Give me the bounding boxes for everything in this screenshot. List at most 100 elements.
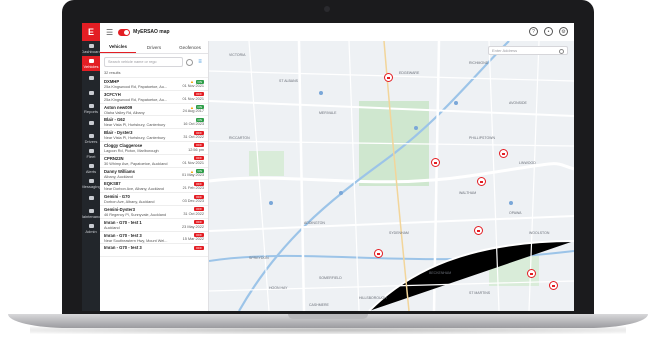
map-view[interactable]: Enter Address VICTORIA ST ALBANS MERIVALE R… xyxy=(209,41,574,311)
nav-item-6[interactable]: Drivers xyxy=(82,131,100,146)
search-icon[interactable] xyxy=(186,58,193,66)
vehicle-address: Dorbon Ave, Albany, Auckland xyxy=(104,200,155,205)
help-icon[interactable]: ? xyxy=(529,27,538,36)
nav-item-5[interactable] xyxy=(82,116,100,131)
map-toggle[interactable] xyxy=(118,28,131,36)
nav-item-label: Vehicles xyxy=(83,63,99,69)
poi-icon[interactable] xyxy=(509,201,513,205)
map-label: WOOLSTON xyxy=(529,231,550,235)
tab-drivers[interactable]: Drivers xyxy=(136,41,172,53)
status-badge: ON xyxy=(195,117,204,122)
status-badge: OFF xyxy=(194,233,204,238)
list-item[interactable]: Cloggy Claggerose Lagoon Rd, Picton, Marl… xyxy=(100,142,208,155)
nav-item-3[interactable] xyxy=(82,86,100,101)
vehicle-marker[interactable] xyxy=(431,158,440,167)
list-item[interactable]: Danny Williams Albany, Auckland 01 May 202… xyxy=(100,168,208,181)
vehicle-address: 25a Kingswood Rd, Papatoetoe, Au... xyxy=(104,97,168,102)
vehicle-date: 12:56 pm xyxy=(188,147,204,152)
map-label: MERIVALE xyxy=(319,111,337,115)
map-label: SOMERFIELD xyxy=(319,276,342,280)
vehicle-marker[interactable] xyxy=(527,269,536,278)
status-badge: OFF xyxy=(194,245,204,250)
vehicle-panel: Vehicles Drivers Geofences Search vehicl… xyxy=(100,41,209,311)
tab-vehicles[interactable]: Vehicles xyxy=(100,41,136,53)
map-roads xyxy=(209,41,574,311)
list-item[interactable]: EQKS87 Near Dorbon Ave, Albany, Auckland 2… xyxy=(100,180,208,194)
vehicle-marker[interactable] xyxy=(384,73,393,82)
map-label: AVONSIDE xyxy=(509,101,527,105)
map-label: CASHMERE xyxy=(309,303,329,307)
park-area xyxy=(249,151,284,176)
list-item[interactable]: Gemini-Dyster3 46 Regency Pl, Sunnyvale, … xyxy=(100,206,208,219)
list-item[interactable]: CPRN22N 30 Whimp Ave, Papatoetoe, Aucklan… xyxy=(100,155,208,168)
car-icon xyxy=(88,148,94,153)
nav-item-10[interactable] xyxy=(82,191,100,206)
nav-item-11[interactable]: Maintenance xyxy=(82,206,102,221)
vehicle-marker[interactable] xyxy=(374,249,383,258)
nav-item-7[interactable]: Fleet xyxy=(82,146,100,161)
map-label: RICHMOND xyxy=(469,61,489,65)
address-search-input[interactable]: Enter Address xyxy=(488,46,568,55)
nav-item-0[interactable]: Dashboard xyxy=(82,41,101,56)
nav-item-12[interactable]: Admin xyxy=(82,221,100,236)
vehicle-marker[interactable] xyxy=(549,281,558,290)
laptop-notch xyxy=(288,314,368,319)
vehicle-marker[interactable] xyxy=(499,149,508,158)
settings-icon[interactable]: ⚙ xyxy=(559,27,568,36)
clock-icon[interactable]: • xyxy=(544,27,553,36)
list-item[interactable]: Gemini - G70 Dorbon Ave, Albany, Auckland… xyxy=(100,193,208,206)
vehicle-list: DXMHP 25a Kingswood Rd, Papatoetoe, Au...… xyxy=(100,78,208,258)
nav-item-9[interactable]: Messaging xyxy=(82,176,101,191)
nav-item-2[interactable] xyxy=(82,71,100,86)
calendar-icon xyxy=(88,121,94,125)
id-icon xyxy=(88,133,94,138)
map-label: HILLSBOROUGH xyxy=(359,296,387,300)
poi-icon[interactable] xyxy=(319,91,323,95)
status-badge: ON xyxy=(195,169,204,174)
map-label: ST ALBANS xyxy=(279,79,299,83)
address-search-placeholder: Enter Address xyxy=(492,48,518,53)
vehicle-address: 30 Whimp Ave, Papatoetoe, Auckland xyxy=(104,161,168,166)
map-label: LINWOOD xyxy=(519,161,536,165)
nav-item-label: Messaging xyxy=(82,183,101,189)
list-item[interactable]: Aston new009 Olaha Valley Rd, Albany 24 Au… xyxy=(100,104,208,117)
nav-item-1[interactable]: Vehicles xyxy=(82,56,100,71)
tab-geofences[interactable]: Geofences xyxy=(172,41,208,53)
poi-icon[interactable] xyxy=(339,191,343,195)
poi-icon[interactable] xyxy=(454,101,458,105)
poi-icon[interactable] xyxy=(414,126,418,130)
list-item[interactable]: Imran - G70 - test 3 OFF xyxy=(100,244,208,258)
filter-icon[interactable]: ≡ xyxy=(196,58,204,66)
vehicle-marker[interactable] xyxy=(477,177,486,186)
menu-icon[interactable]: ☰ xyxy=(106,28,113,37)
nav-item-label: Reports xyxy=(83,108,98,114)
vehicle-search-input[interactable]: Search vehicle name or rego xyxy=(104,57,183,67)
list-item[interactable]: Imran - G70 - test 1 Auckland 23 May 2022 O… xyxy=(100,219,208,232)
map-label: ST MARTINS xyxy=(469,291,491,295)
list-item[interactable]: Blair - Dyster3 Near Vista Pl, Hurtsbury,… xyxy=(100,129,208,142)
list-item[interactable]: DXMHP 25a Kingswood Rd, Papatoetoe, Au...… xyxy=(100,78,208,91)
nav-item-8[interactable]: Alerts xyxy=(82,161,100,176)
results-count: 32 results xyxy=(100,70,208,78)
truck-icon xyxy=(88,58,94,63)
app-screen: E ☰ MyERSAO map ? • ⚙ Dashboard Vehicles R… xyxy=(82,23,574,311)
status-badge: OFF xyxy=(194,194,204,199)
list-item[interactable]: Blair - G62 Near Vista Pl, Hurtsbury, Can… xyxy=(100,116,208,130)
top-bar: E ☰ MyERSAO map ? • ⚙ xyxy=(82,23,574,42)
vehicle-date: 01 Nov 2021 xyxy=(182,83,204,88)
vehicle-date: 01 Nov 2021 xyxy=(182,96,204,101)
vehicle-name: Imran - G70 - test 3 xyxy=(104,245,142,251)
nav-item-4[interactable]: Reports xyxy=(82,101,100,116)
poi-icon[interactable] xyxy=(269,201,273,205)
list-item[interactable]: Imran - G70 - test 3 Near Southeastern Hw… xyxy=(100,232,208,245)
status-badge: ON xyxy=(195,79,204,84)
vehicle-marker[interactable] xyxy=(474,226,483,235)
search-icon[interactable] xyxy=(559,48,564,54)
status-badge: OFF xyxy=(194,156,204,161)
vehicle-address: Near Dorbon Ave, Albany, Auckland xyxy=(104,187,164,192)
vehicle-date: 24 Aug 2017 xyxy=(182,109,204,114)
list-item[interactable]: 3CFCYH 25a Kingswood Rd, Papatoetoe, Au..… xyxy=(100,91,208,104)
gear-icon xyxy=(88,223,94,228)
warning-icon: ▲ xyxy=(190,104,194,110)
vehicle-address: Near Vista Pl, Hurtsbury, Canterbury xyxy=(104,123,166,128)
